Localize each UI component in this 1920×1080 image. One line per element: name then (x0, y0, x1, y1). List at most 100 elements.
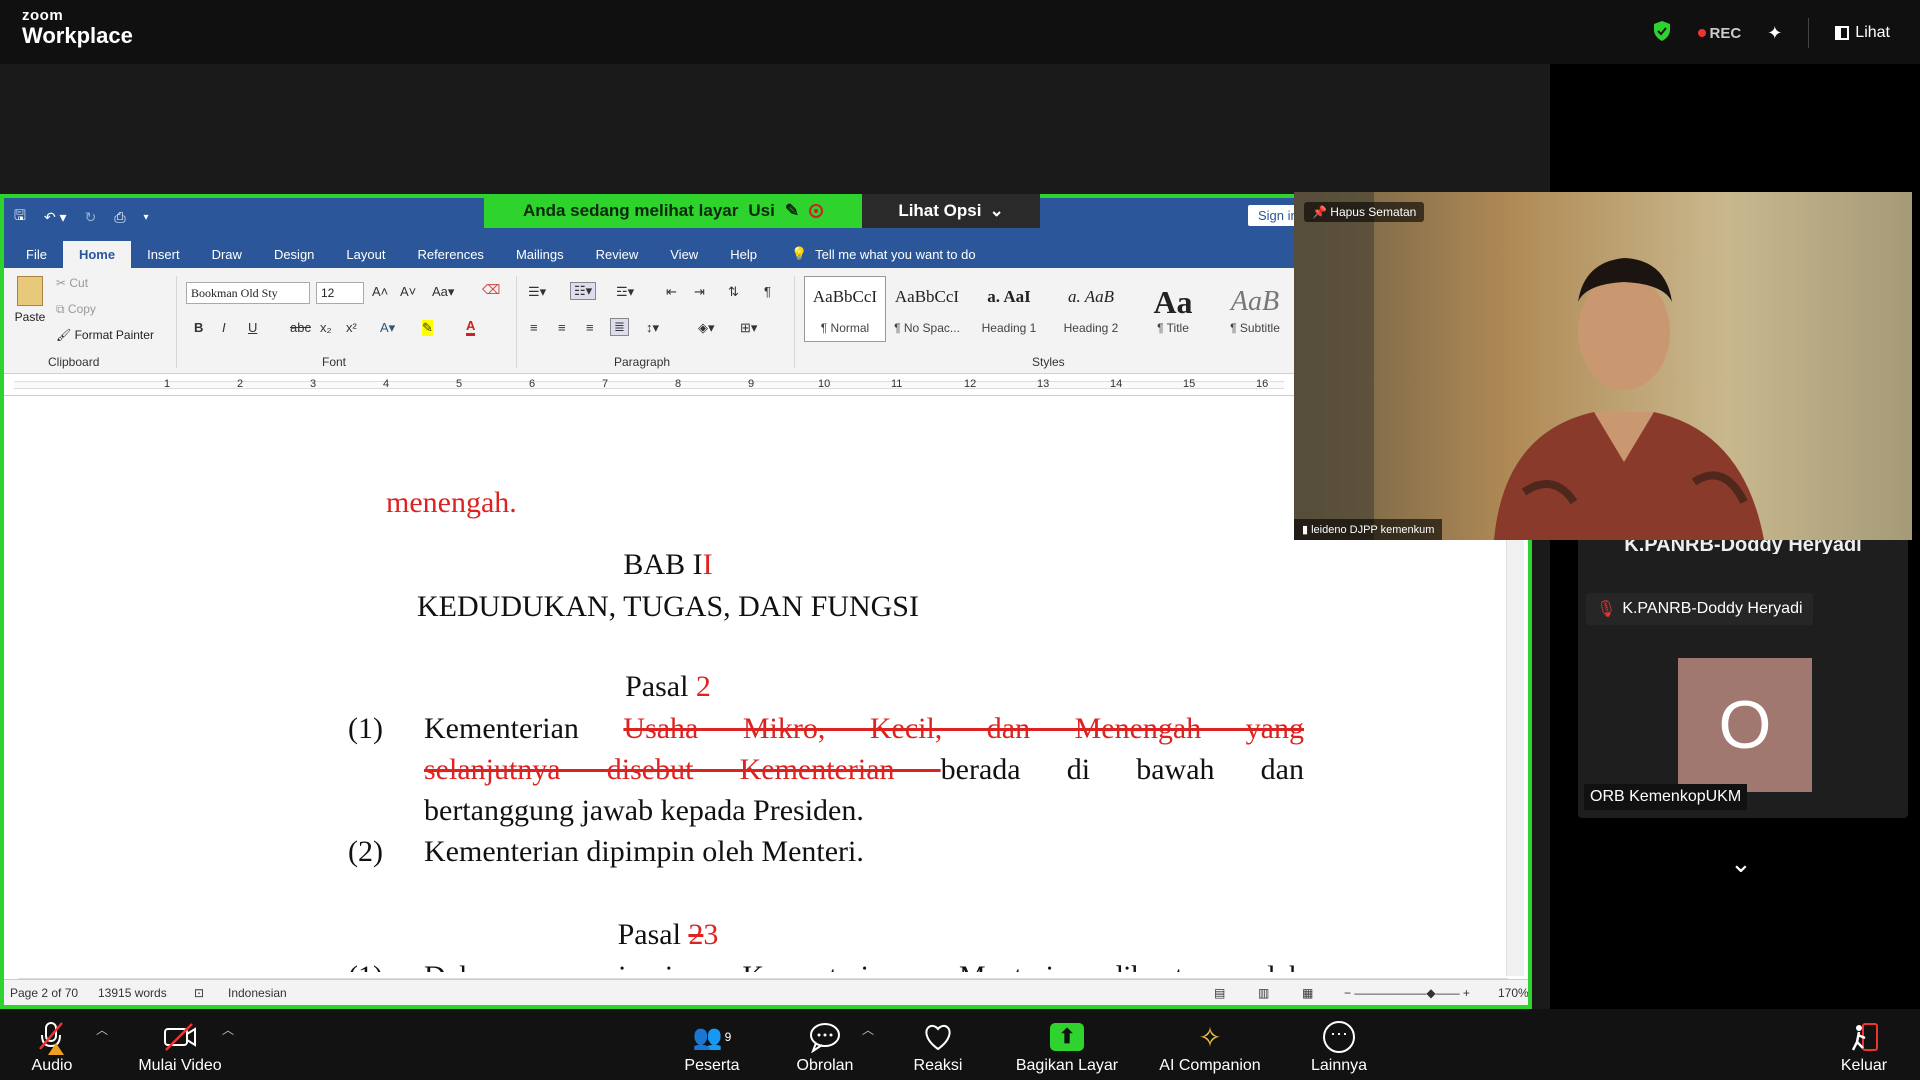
align-center-icon[interactable]: ≡ (558, 320, 566, 335)
bullets-icon[interactable]: ☰▾ (528, 284, 546, 300)
paste-icon (17, 276, 43, 306)
tab-review[interactable]: Review (580, 241, 655, 268)
borders-icon[interactable]: ⊞▾ (740, 320, 757, 336)
chevron-down-icon[interactable]: ⌄ (1730, 848, 1752, 879)
underline-icon[interactable]: U (248, 320, 257, 335)
tab-home[interactable]: Home (62, 241, 132, 268)
style-title[interactable]: Aa ¶ Title (1132, 276, 1214, 342)
sort-icon[interactable]: ⇅ (728, 284, 739, 300)
show-marks-icon[interactable]: ¶ (764, 284, 771, 299)
paste-button[interactable]: Paste (12, 276, 48, 336)
security-shield-icon[interactable] (1652, 20, 1672, 46)
font-color-icon[interactable]: A (466, 318, 476, 336)
para-number: (2) (348, 835, 383, 868)
align-left-icon[interactable]: ≡ (530, 320, 538, 335)
zoom-slider[interactable]: − ——————◆—— + (1344, 986, 1470, 1000)
clear-formatting-icon[interactable]: ⌫ (482, 282, 500, 298)
word-count[interactable]: 13915 words (98, 986, 167, 1000)
view-layout-icon (1835, 26, 1850, 40)
doc-pasal-2: Pasal 2 (18, 670, 1318, 704)
font-size-select[interactable]: 12 (316, 282, 364, 304)
audio-button[interactable]: Audio (24, 1019, 80, 1075)
tab-design[interactable]: Design (258, 241, 330, 268)
style-preview: AaBbCcI (894, 287, 960, 306)
participant-tile[interactable]: K.PANRB-Doddy Heryadi 🎙 K.PANRB-Doddy He… (1578, 536, 1908, 818)
decrease-indent-icon[interactable]: ⇤ (666, 284, 677, 300)
print-preview-icon[interactable]: ⎙ (114, 209, 125, 226)
proofing-icon[interactable]: ⊡ (194, 986, 204, 1000)
print-layout-icon[interactable]: ▥ (1258, 986, 1269, 1000)
format-painter-button[interactable]: 🖌 Format Painter (56, 328, 154, 342)
document-page[interactable]: menengah. BAB II KEDUDUKAN, TUGAS, DAN F… (18, 486, 1478, 972)
vertical-scrollbar[interactable] (1506, 486, 1524, 976)
text-effects-icon[interactable]: A▾ (380, 320, 395, 336)
video-options-caret[interactable]: ︿ (222, 1021, 234, 1038)
strikethrough-icon[interactable]: abc (290, 320, 311, 335)
bold-icon[interactable]: B (194, 320, 203, 335)
numbering-icon[interactable]: ☷▾ (570, 282, 597, 300)
change-case-icon[interactable]: Aa▾ (432, 284, 454, 300)
start-video-button[interactable]: Mulai Video (132, 1019, 228, 1075)
copy-button[interactable]: ⧉ Copy (56, 302, 96, 317)
recording-indicator[interactable]: REC (1697, 25, 1741, 42)
ai-companion-button[interactable]: ✧ AI Companion (1154, 1019, 1266, 1075)
redo-icon[interactable]: ↻ (85, 209, 97, 226)
tell-me-search[interactable]: 💡 Tell me what you want to do (773, 240, 994, 268)
participants-button[interactable]: 👥 9 Peserta (680, 1019, 744, 1075)
language-status[interactable]: Indonesian (228, 986, 287, 1000)
customize-qat-icon[interactable]: ▾ (144, 212, 149, 223)
justify-icon[interactable]: ≣ (610, 318, 629, 336)
tab-mailings[interactable]: Mailings (500, 241, 580, 268)
multilevel-list-icon[interactable]: ☲▾ (616, 284, 634, 300)
share-banner: Anda sedang melihat layar Usi ✎ Lihat Op… (484, 194, 1040, 228)
chat-button[interactable]: Obrolan (790, 1019, 860, 1075)
highlight-icon[interactable]: ✎ (422, 320, 433, 336)
audio-options-caret[interactable]: ︿ (96, 1021, 108, 1038)
increase-indent-icon[interactable]: ⇥ (694, 284, 705, 300)
tab-references[interactable]: References (401, 241, 499, 268)
subscript-icon[interactable]: x₂ (320, 320, 332, 335)
style-heading-1[interactable]: a. AaI Heading 1 (968, 276, 1050, 342)
style-name: Heading 1 (981, 321, 1037, 335)
shrink-font-icon[interactable]: A˅ (400, 284, 416, 299)
chat-options-caret[interactable]: ︿ (862, 1021, 874, 1038)
share-screen-label: Bagikan Layar (1015, 1057, 1119, 1074)
line-spacing-icon[interactable]: ↕▾ (646, 320, 659, 336)
tab-insert[interactable]: Insert (131, 241, 196, 268)
align-right-icon[interactable]: ≡ (586, 320, 594, 335)
view-button[interactable]: Lihat (1835, 24, 1890, 42)
share-screen-button[interactable]: ⬆ Bagikan Layar (1010, 1019, 1124, 1075)
pasal-label: Pasal (625, 670, 696, 703)
tab-layout[interactable]: Layout (330, 241, 401, 268)
italic-icon[interactable]: I (222, 320, 226, 335)
superscript-icon[interactable]: x² (346, 320, 357, 335)
para-1-line-3: bertanggung jawab kepada Presiden. (424, 794, 864, 827)
web-layout-icon[interactable]: ▦ (1302, 986, 1313, 1000)
cut-button[interactable]: ✂ Cut (56, 276, 88, 290)
style-normal[interactable]: AaBbCcI ¶ Normal (804, 276, 886, 342)
unpin-button[interactable]: 📌 Hapus Sematan (1304, 202, 1425, 222)
style-no-spacing[interactable]: AaBbCcI ¶ No Spac... (886, 276, 968, 342)
read-mode-icon[interactable]: ▤ (1214, 986, 1225, 1000)
sparkle-icon[interactable]: ✦ (1767, 23, 1782, 44)
video-tile[interactable]: 📌 Hapus Sematan ▮ leideno DJPP kemenkum (1294, 192, 1912, 540)
zoom-level[interactable]: 170% (1498, 986, 1528, 1000)
more-button[interactable]: ⋯ Lainnya (1306, 1019, 1372, 1075)
grow-font-icon[interactable]: A˄ (372, 284, 388, 299)
style-subtitle[interactable]: AaB ¶ Subtitle (1214, 276, 1296, 342)
style-heading-2[interactable]: a. AaB Heading 2 (1050, 276, 1132, 342)
reactions-button[interactable]: Reaksi (906, 1019, 970, 1075)
tab-help[interactable]: Help (714, 241, 773, 268)
tab-view[interactable]: View (654, 241, 714, 268)
page-count[interactable]: Page 2 of 70 (10, 986, 78, 1000)
tab-file[interactable]: File (10, 241, 63, 268)
more-icon: ⋯ (1323, 1021, 1355, 1053)
font-name-select[interactable]: Bookman Old Sty (186, 282, 310, 304)
leave-button[interactable]: Keluar (1836, 1019, 1892, 1075)
zoom-top-bar: zoom Workplace REC ✦ Lihat (0, 0, 1920, 64)
save-icon[interactable]: 🖫 (14, 205, 26, 229)
shading-icon[interactable]: ◈▾ (698, 320, 715, 336)
view-options-button[interactable]: Lihat Opsi ⌄ (862, 194, 1040, 228)
undo-icon[interactable]: ↶ ▾ (44, 209, 67, 226)
tab-draw[interactable]: Draw (196, 241, 258, 268)
